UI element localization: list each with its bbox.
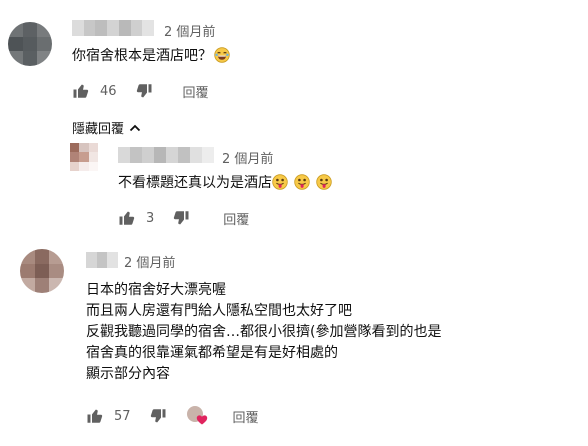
like-count: 57 bbox=[114, 408, 131, 424]
comment-text: 日本的宿舍好大漂亮喔 而且兩人房還有門給人隱私空間也太好了吧 反觀我聽過同學的宿… bbox=[86, 280, 441, 385]
tongue-emoji-icon bbox=[272, 174, 288, 190]
timestamp[interactable]: 2 個月前 bbox=[124, 252, 175, 271]
avatar[interactable] bbox=[20, 249, 64, 293]
thumbs-up-icon[interactable] bbox=[86, 407, 104, 425]
author-name[interactable] bbox=[118, 147, 214, 163]
hide-replies-toggle[interactable]: 隱藏回覆 bbox=[72, 118, 142, 137]
comment-line: 日本的宿舍好大漂亮喔 bbox=[86, 282, 226, 298]
comment-text: 你宿舍根本是酒店吧？ bbox=[72, 46, 230, 67]
author-name[interactable] bbox=[86, 252, 119, 268]
thumbs-up-icon[interactable] bbox=[118, 209, 136, 227]
reply-button[interactable]: 回覆 bbox=[233, 407, 259, 426]
show-more-link[interactable]: 顯示部分內容 bbox=[86, 364, 441, 385]
comment-line: 宿舍真的很靠運氣都希望是有是好相處的 bbox=[86, 345, 338, 361]
chevron-up-icon bbox=[129, 124, 141, 131]
reply-button[interactable]: 回覆 bbox=[223, 209, 249, 228]
comment-actions: 46 回覆 bbox=[72, 80, 209, 102]
author-name[interactable] bbox=[72, 20, 155, 36]
thumbs-up-icon[interactable] bbox=[72, 82, 90, 100]
thumbs-down-icon[interactable] bbox=[135, 82, 153, 100]
thumbs-down-icon[interactable] bbox=[172, 209, 190, 227]
comment-actions: 3 回覆 bbox=[118, 207, 249, 229]
comment-actions: 57 回覆 bbox=[86, 405, 259, 427]
comment-line: 不看標題还真以为是酒店 bbox=[118, 175, 272, 191]
tongue-emoji-icon bbox=[316, 174, 332, 190]
timestamp[interactable]: 2 個月前 bbox=[222, 148, 273, 167]
comment-line: 而且兩人房還有門給人隱私空間也太好了吧 bbox=[86, 303, 352, 319]
avatar[interactable] bbox=[70, 143, 98, 171]
creator-heart-icon bbox=[186, 406, 209, 426]
comment-line: 你宿舍根本是酒店吧？ bbox=[72, 48, 212, 64]
timestamp[interactable]: 2 個月前 bbox=[164, 21, 215, 40]
like-count: 3 bbox=[146, 210, 155, 226]
toggle-label: 隱藏回覆 bbox=[72, 122, 125, 137]
comment-text: 不看標題还真以为是酒店 bbox=[118, 173, 332, 194]
like-count: 46 bbox=[100, 83, 117, 99]
comment-line: 反觀我聽過同學的宿舍…都很小很擠(參加營隊看到的也是 bbox=[86, 324, 442, 340]
tongue-emoji-icon bbox=[294, 174, 310, 190]
laughing-emoji-icon bbox=[214, 47, 230, 63]
reply-button[interactable]: 回覆 bbox=[183, 82, 209, 101]
thumbs-down-icon[interactable] bbox=[149, 407, 167, 425]
avatar[interactable] bbox=[8, 22, 52, 66]
